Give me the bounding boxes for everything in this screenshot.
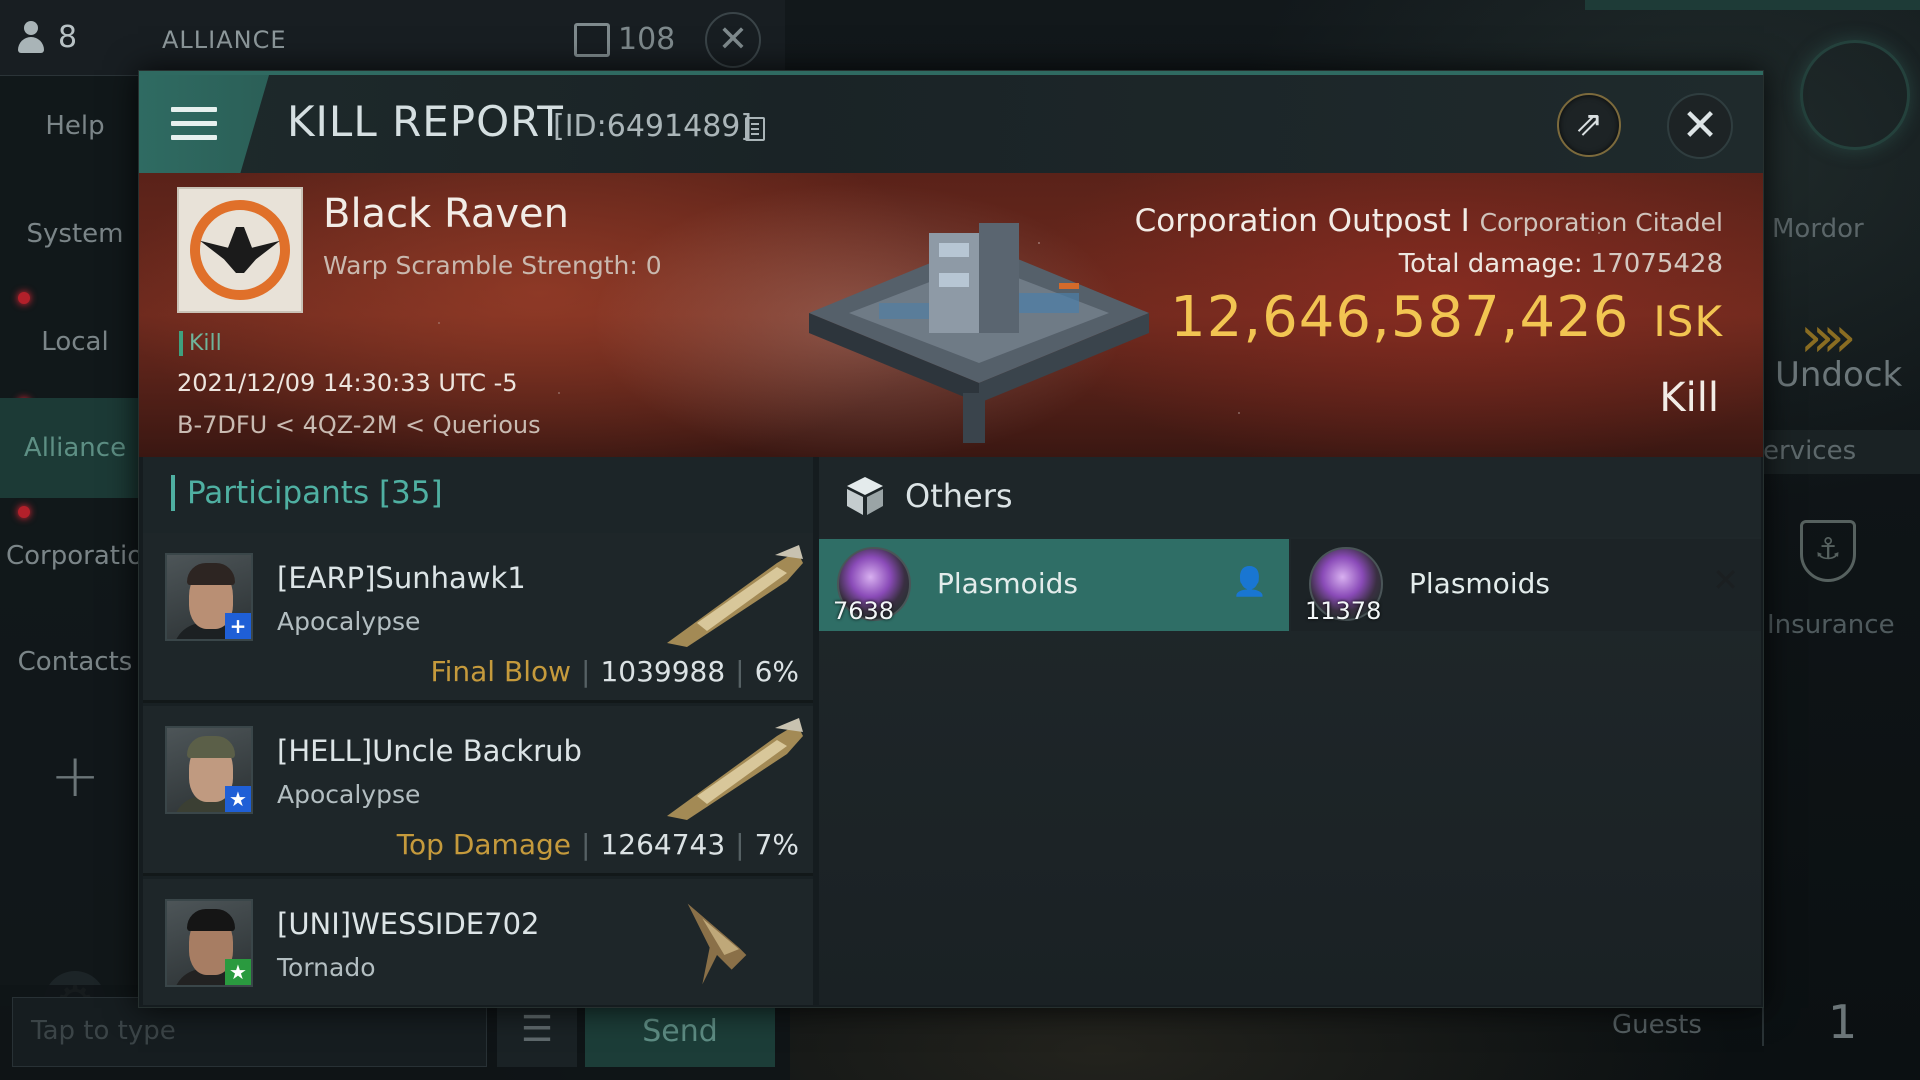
- ship-thumbnail: [687, 903, 747, 985]
- total-damage-value: 17075428: [1590, 249, 1723, 279]
- participants-panel: Participants [35] + [EARP]Sunhawk1 Apoca…: [143, 457, 813, 1005]
- share-icon: ⇗: [1574, 104, 1604, 144]
- standing-plus-icon: +: [225, 613, 251, 639]
- kill-report-modal: KILL REPORT [ID:6491489] ⇗ ✕ Black Raven…: [138, 70, 1764, 1008]
- citadel-image[interactable]: [789, 203, 1169, 443]
- kill-location[interactable]: B-7DFU < 4QZ-2M < Querious: [177, 411, 541, 439]
- station-emblem: [1800, 40, 1910, 150]
- close-icon: ✕: [1681, 100, 1719, 151]
- isk-amount: 12,646,587,426: [1170, 285, 1630, 350]
- structure-name: Corporation Outpost I: [1134, 203, 1470, 239]
- warp-scramble-strength: Warp Scramble Strength: 0: [323, 251, 662, 280]
- kill-tag: Kill: [179, 331, 222, 356]
- avatar[interactable]: +: [165, 553, 253, 641]
- share-button[interactable]: ⇗: [1557, 93, 1621, 157]
- item-name: Plasmoids: [937, 567, 1078, 600]
- ship-thumbnail: [667, 545, 803, 647]
- nav-contacts[interactable]: Contacts: [0, 612, 150, 712]
- participant-ship: Tornado: [277, 953, 376, 982]
- isk-unit: ISK: [1653, 297, 1723, 346]
- menu-button[interactable]: [139, 75, 269, 173]
- services-label: ervices: [1763, 436, 1857, 466]
- top-damage-label: Top Damage: [396, 828, 571, 861]
- standing-star-icon: ★: [225, 959, 251, 985]
- copy-icon[interactable]: [745, 117, 765, 141]
- avatar[interactable]: ★: [165, 726, 253, 814]
- nav-local[interactable]: Local: [0, 292, 150, 392]
- victim-name[interactable]: Black Raven: [323, 191, 569, 237]
- item-name: Plasmoids: [1409, 567, 1550, 600]
- participant-stats: Final Blow | 1039988 | 6%: [430, 655, 799, 688]
- dropped-item[interactable]: 7638 Plasmoids 👤: [819, 539, 1289, 631]
- insurance-label[interactable]: Insurance: [1767, 610, 1895, 640]
- modal-header: KILL REPORT [ID:6491489] ⇗ ✕: [139, 71, 1763, 173]
- participants-title[interactable]: Participants [35]: [171, 475, 443, 511]
- message-count: 108: [574, 22, 675, 57]
- report-id: [ID:6491489]: [553, 109, 753, 144]
- chat-sidebar: Help System Local Alliance Corporation C…: [0, 76, 150, 1033]
- isk-value: 12,646,587,426 ISK: [1170, 285, 1723, 350]
- participant-row[interactable]: ★ [UNI]WESSIDE702 Tornado: [143, 879, 813, 1005]
- participant-ship: Apocalypse: [277, 607, 421, 636]
- ship-thumbnail: [667, 718, 803, 820]
- nav-corporation[interactable]: Corporation: [0, 506, 150, 606]
- chat-header: 8 ALLIANCE 108 ✕: [0, 0, 785, 76]
- pilot-count: 8: [16, 20, 77, 55]
- destroyed-item[interactable]: 11378 Plasmoids ✕: [1291, 539, 1761, 631]
- guests-label[interactable]: Guests: [1612, 1010, 1702, 1040]
- participant-name: [UNI]WESSIDE702: [277, 907, 540, 941]
- nav-alliance[interactable]: Alliance: [0, 398, 150, 498]
- corporation-logo[interactable]: [177, 187, 303, 313]
- participants-header: Participants [35]: [143, 457, 813, 533]
- plus-icon[interactable]: +: [50, 741, 100, 811]
- kill-timestamp: 2021/12/09 14:30:33 UTC -5: [177, 369, 518, 397]
- participant-ship: Apocalypse: [277, 780, 421, 809]
- participant-row[interactable]: ★ [HELL]Uncle Backrub Apocalypse Top Dam…: [143, 706, 813, 876]
- participant-stats: Top Damage | 1264743 | 7%: [396, 828, 799, 861]
- structure-type: Corporation Citadel: [1479, 208, 1723, 237]
- others-title: Others: [905, 477, 1013, 515]
- damage-value: 1264743: [600, 828, 726, 861]
- close-button[interactable]: ✕: [1667, 93, 1733, 159]
- participant-name: [HELL]Uncle Backrub: [277, 734, 582, 768]
- nav-system[interactable]: System: [0, 184, 150, 284]
- menu-icon: [171, 107, 217, 141]
- item-quantity: 11378: [1305, 597, 1382, 625]
- damage-value: 1039988: [600, 655, 726, 688]
- close-chat-icon[interactable]: ✕: [705, 12, 761, 68]
- modal-title: KILL REPORT: [287, 97, 564, 146]
- destroyed-x-icon: ✕: [1712, 561, 1739, 599]
- insurance-icon[interactable]: ⚓: [1800, 520, 1856, 582]
- message-count-value: 108: [618, 22, 676, 57]
- avatar[interactable]: ★: [165, 899, 253, 987]
- damage-percent: 6%: [754, 655, 799, 688]
- station-name: Mordor: [1772, 214, 1864, 244]
- total-damage-label: Total damage:: [1398, 249, 1583, 279]
- raven-emblem-icon: [200, 227, 280, 273]
- participant-row[interactable]: + [EARP]Sunhawk1 Apocalypse Final Blow | 1…: [143, 533, 813, 703]
- user-icon: [16, 20, 46, 55]
- others-header: Others: [819, 457, 1761, 537]
- total-damage: Total damage: 17075428: [1399, 249, 1723, 279]
- pilot-count-value: 8: [58, 20, 78, 55]
- station-header-line: [1585, 0, 1920, 10]
- nav-help[interactable]: Help: [0, 76, 150, 176]
- guests-count: 1: [1828, 995, 1858, 1049]
- damage-percent: 7%: [754, 828, 799, 861]
- participant-name: [EARP]Sunhawk1: [277, 561, 526, 595]
- person-icon: 👤: [1232, 565, 1267, 598]
- chat-icon: [574, 22, 610, 57]
- cube-icon: [847, 477, 883, 515]
- kill-banner: Black Raven Warp Scramble Strength: 0 Ki…: [139, 173, 1763, 457]
- final-blow-label: Final Blow: [430, 655, 571, 688]
- others-panel: Others 7638 Plasmoids 👤 11378 Plasmoids …: [819, 457, 1761, 1005]
- undock-button[interactable]: Undock: [1775, 355, 1902, 395]
- kill-result: Kill: [1659, 375, 1719, 421]
- item-quantity: 7638: [833, 597, 895, 625]
- standing-star-icon: ★: [225, 786, 251, 812]
- destroyed-structure[interactable]: Corporation Outpost I Corporation Citade…: [1135, 203, 1723, 239]
- channel-title: ALLIANCE: [162, 26, 287, 54]
